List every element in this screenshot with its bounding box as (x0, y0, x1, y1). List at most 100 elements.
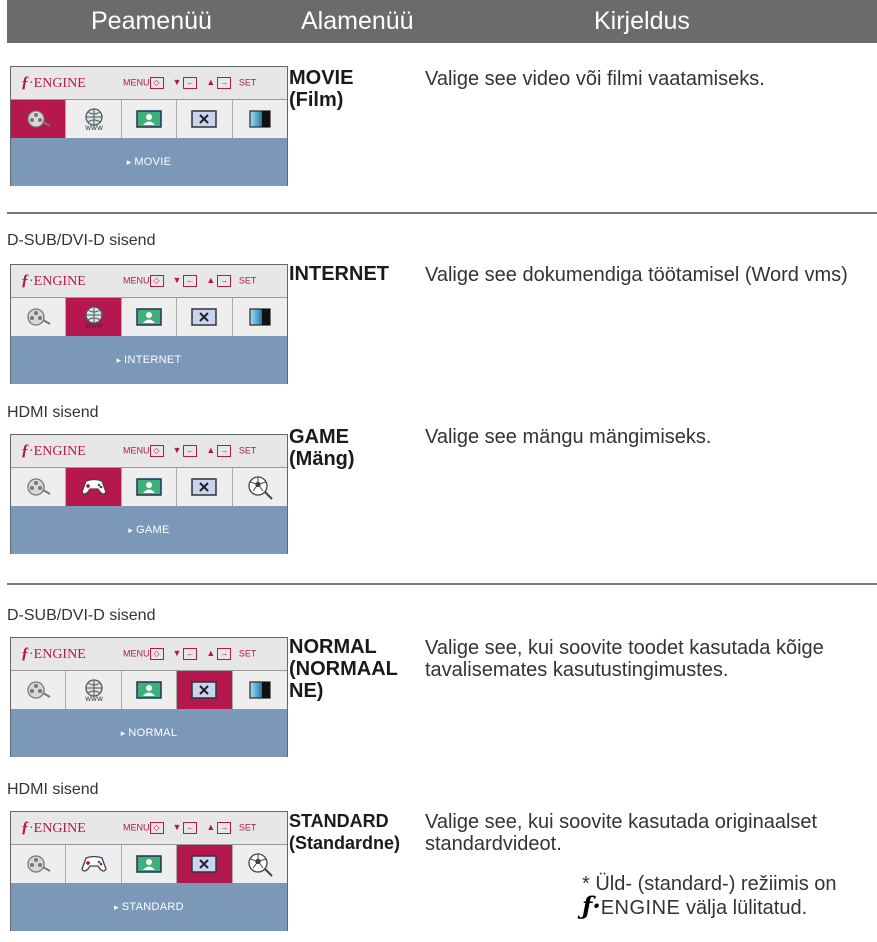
osd-mode-cell[interactable] (66, 468, 122, 506)
divider (7, 212, 877, 214)
close-box-icon (190, 680, 218, 700)
osd-label-bar: MOVIE (11, 138, 287, 186)
osd-mode-label: INTERNET (11, 354, 287, 366)
close-box-icon (190, 109, 218, 129)
osd-mode-cell[interactable] (177, 845, 233, 883)
submenu-subtitle: (Film) (289, 89, 344, 111)
osd-mode-cell[interactable] (232, 671, 288, 709)
picture-icon (135, 307, 163, 327)
footnote-engine: ENGINE (600, 897, 681, 919)
osd-mode-cell[interactable] (11, 468, 67, 506)
description-game: Valige see mängu mängimiseks. (425, 426, 712, 448)
osd-mode-cell[interactable] (121, 298, 178, 336)
osd-label-bar: GAME (11, 506, 287, 554)
submenu-subtitle: (Mäng) (289, 448, 355, 470)
submenu-normal: NORMAL (NORMAAL NE) (289, 636, 398, 702)
www-globe-icon: WWW (81, 678, 107, 702)
svg-text:WWW: WWW (85, 696, 103, 702)
osd-panel-standard: ƒ·ENGINE MENU◇▼←▲→ SET STANDARD (10, 811, 288, 931)
osd-mode-label: NORMAL (11, 727, 287, 739)
osd-title-bar: ƒ·ENGINE MENU ◇ ▼ ← ▲ → SET (11, 265, 287, 297)
submenu-title: NORMAL (289, 636, 377, 658)
picture-icon (135, 680, 163, 700)
f-engine-logo: ƒ·ENGINE (21, 272, 86, 289)
osd-title-bar: ƒ·ENGINE MENU ◇ ▼ ← ▲ → SET (11, 435, 287, 467)
osd-icon-row: WWW (11, 297, 288, 337)
osd-title-bar: ƒ·ENGINE MENU ◇ ▼ ← ▲ → SET (11, 638, 287, 670)
osd-label-bar: INTERNET (11, 336, 287, 384)
film-reel-icon (25, 306, 51, 328)
osd-title-bar: ƒ·ENGINE MENU ◇ ▼ ← ▲ → SET (11, 67, 287, 99)
osd-controls: MENU ◇ ▼ ← ▲ → SET (123, 275, 257, 287)
submenu-subtitle-cont: NE) (289, 680, 324, 702)
gradient-box-icon (248, 307, 272, 327)
osd-mode-cell[interactable] (11, 671, 67, 709)
footnote: * Üld- (standard-) režiimis on ƒ·ENGINE … (582, 873, 872, 919)
submenu-movie: MOVIE (Film) (289, 67, 353, 111)
picture-icon (135, 109, 163, 129)
submenu-subtitle: (Standardne) (289, 833, 401, 853)
input-caption: D-SUB/DVI-D sisend (7, 232, 156, 249)
osd-controls: MENU ◇ ▼ ← ▲ → SET (123, 77, 257, 89)
input-caption: HDMI sisend (7, 404, 99, 421)
osd-label-bar: STANDARD (11, 883, 287, 931)
soccer-ball-icon (246, 851, 274, 877)
picture-icon (135, 854, 163, 874)
osd-mode-cell[interactable] (232, 298, 288, 336)
osd-mode-cell[interactable] (232, 845, 288, 883)
osd-panel-movie: ƒ·ENGINE MENU◇▼←▲→ SET WWW MOVIE (10, 66, 288, 186)
description-internet: Valige see dokumendiga töötamisel (Word … (425, 264, 848, 286)
osd-icon-row (11, 844, 288, 884)
gradient-box-icon (248, 680, 272, 700)
close-box-icon (190, 477, 218, 497)
osd-mode-cell[interactable]: WWW (66, 298, 122, 336)
description-movie: Valige see video või filmi vaatamiseks. (425, 68, 765, 90)
osd-controls: MENU ◇ ▼ ← ▲ → SET (123, 648, 257, 660)
osd-mode-cell[interactable] (121, 845, 178, 883)
close-box-icon (190, 854, 218, 874)
submenu-internet: INTERNET (289, 263, 389, 285)
osd-mode-cell[interactable] (177, 468, 233, 506)
close-box-icon (190, 307, 218, 327)
www-globe-icon: WWW (81, 107, 107, 131)
osd-panel-normal: ƒ·ENGINE MENU◇▼←▲→ SET WWW NORMAL (10, 637, 288, 757)
osd-mode-cell[interactable] (121, 468, 178, 506)
osd-mode-cell[interactable] (232, 100, 288, 138)
osd-mode-cell[interactable] (121, 100, 178, 138)
film-reel-icon (25, 108, 51, 130)
header-main-menu: Peamenüü (91, 7, 212, 35)
gradient-box-icon (248, 109, 272, 129)
osd-mode-cell[interactable] (66, 845, 122, 883)
osd-mode-cell[interactable] (177, 671, 233, 709)
submenu-game: GAME (Mäng) (289, 426, 355, 470)
header-submenu: Alamenüü (301, 7, 414, 35)
osd-panel-game: ƒ·ENGINE MENU◇▼←▲→ SET GAME (10, 434, 288, 554)
f-engine-logo: ƒ·ENGINE (21, 819, 86, 836)
osd-mode-cell[interactable] (11, 298, 67, 336)
input-caption: HDMI sisend (7, 781, 99, 798)
osd-mode-cell[interactable] (121, 671, 178, 709)
footnote-suffix: välja lülitatud. (685, 897, 808, 919)
f-engine-logo-icon: ƒ· (582, 891, 601, 920)
osd-mode-cell[interactable] (11, 845, 67, 883)
f-engine-logo: ƒ·ENGINE (21, 74, 86, 91)
soccer-ball-icon (246, 474, 274, 500)
osd-mode-cell[interactable] (11, 100, 67, 138)
osd-icon-row (11, 467, 288, 507)
footnote-prefix: * Üld- (standard-) režiimis on (582, 873, 837, 895)
osd-mode-cell[interactable]: WWW (66, 671, 122, 709)
submenu-subtitle: (NORMAAL (289, 658, 398, 680)
osd-icon-row: WWW (11, 670, 288, 710)
description-standard: Valige see, kui soovite kasutada origina… (425, 811, 818, 855)
osd-mode-cell[interactable] (232, 468, 288, 506)
submenu-title: STANDARD (289, 811, 389, 831)
osd-mode-cell[interactable]: WWW (66, 100, 122, 138)
submenu-standard: STANDARD (Standardne) (289, 810, 400, 854)
f-engine-logo: ƒ·ENGINE (21, 645, 86, 662)
gamepad-icon (80, 854, 108, 874)
osd-label-bar: NORMAL (11, 709, 287, 757)
osd-icon-row: WWW (11, 99, 288, 139)
osd-mode-cell[interactable] (177, 298, 233, 336)
submenu-title: GAME (289, 426, 349, 448)
osd-mode-cell[interactable] (177, 100, 233, 138)
